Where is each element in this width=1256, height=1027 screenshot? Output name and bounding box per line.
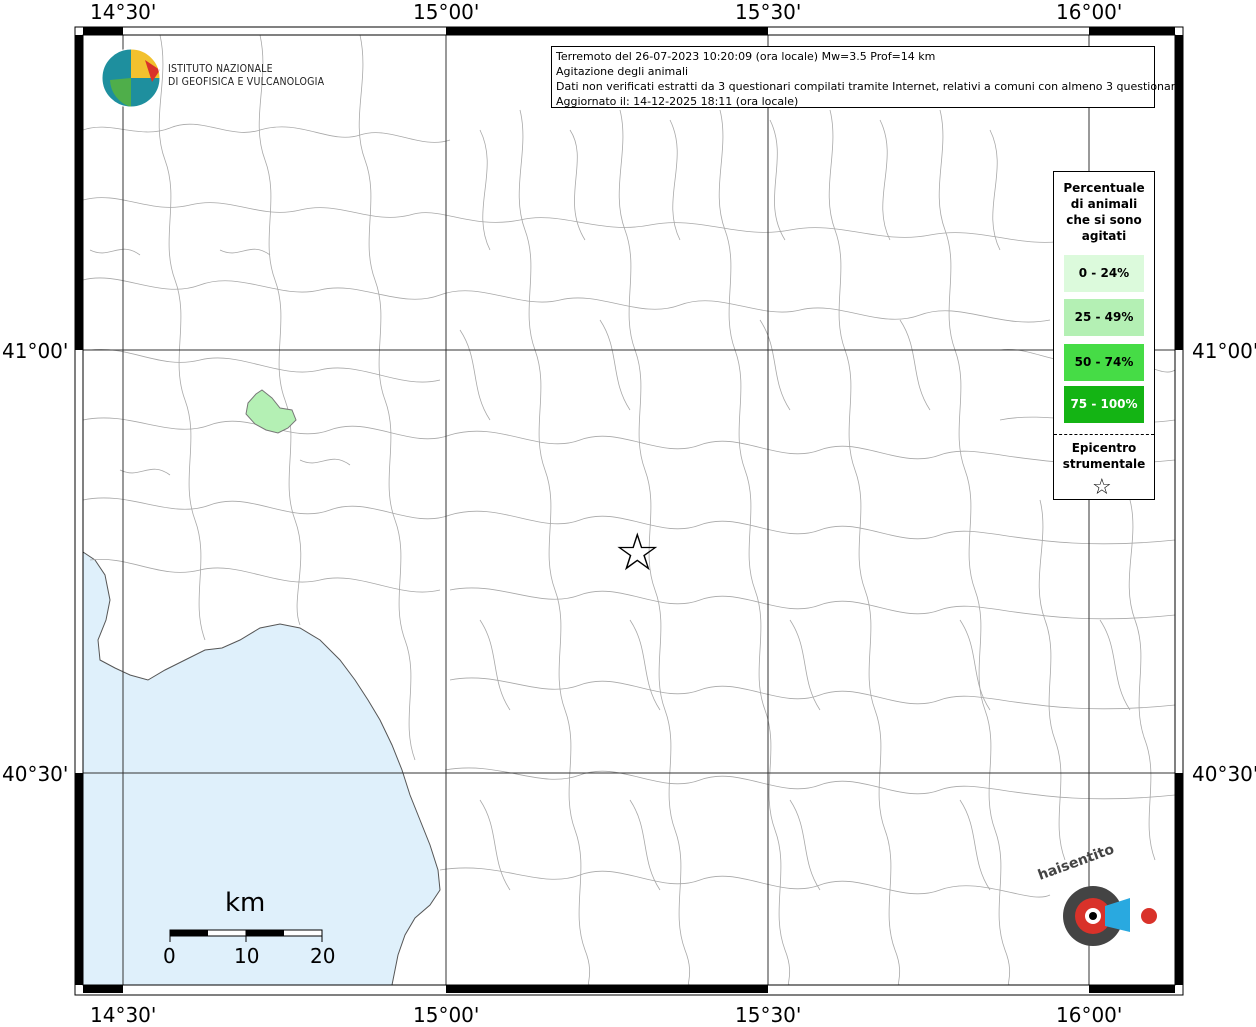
lon-label-top-4: 16°00' [1056,0,1123,24]
lon-label-top-1: 14°30' [90,0,157,24]
legend-epicenter-label: Epicentro strumentale [1054,440,1154,472]
legend-epicenter-line1: Epicentro [1071,441,1137,455]
legend-separator [1054,434,1154,435]
event-info-line3: Dati non verificati estratti da 3 questi… [556,80,1182,93]
scale-tick-20: 20 [310,944,336,968]
legend-class-3: 50 - 74% [1064,344,1144,381]
lon-label-bottom-4: 16°00' [1056,1003,1123,1027]
scale-tick-10: 10 [234,944,260,968]
lat-label-right-1: 41°00' [1192,339,1256,363]
lon-label-bottom-1: 14°30' [90,1003,157,1027]
scale-unit: km [225,888,266,918]
legend-class-4: 75 - 100% [1064,386,1144,423]
haisentito-logo: haisentito [1036,841,1157,946]
lat-label-left-1: 41°00' [2,339,69,363]
map-canvas: haisentito [74,26,1184,996]
ingv-logo-line2: DI GEOFISICA E VULCANOLOGIA [168,76,325,88]
ingv-logo-text: ISTITUTO NAZIONALE DI GEOFISICA E VULCAN… [168,63,324,89]
event-info-line1: Terremoto del 26-07-2023 10:20:09 (ora l… [556,50,936,63]
lon-label-top-3: 15°30' [735,0,802,24]
lat-label-right-2: 40°30' [1192,762,1256,786]
legend-class-2: 25 - 49% [1064,299,1144,336]
ingv-logo-line1: ISTITUTO NAZIONALE [168,63,273,75]
scale-tick-0: 0 [163,944,176,968]
legend-class-1: 0 - 24% [1064,255,1144,292]
event-info-line4: Aggiornato il: 14-12-2025 18:11 (ora loc… [556,95,799,108]
svg-text:haisentito: haisentito [1036,841,1117,883]
ingv-logo [101,48,161,108]
lat-label-left-2: 40°30' [2,762,69,786]
legend-title-line2: di animali [1070,197,1138,211]
epicenter-star-icon: ☆ [614,524,661,582]
lon-label-top-2: 15°00' [413,0,480,24]
legend-epicenter-line2: strumentale [1062,457,1146,471]
legend-title-line4: agitati [1081,229,1127,243]
sea-area [82,551,441,986]
legend-title-line1: Percentuale [1063,181,1145,195]
legend: Percentuale di animali che si sono agita… [1053,171,1155,500]
legend-title-line3: che si sono [1066,213,1142,227]
felt-municipality [245,389,297,434]
lon-label-bottom-3: 15°30' [735,1003,802,1027]
event-info-box: Terremoto del 26-07-2023 10:20:09 (ora l… [551,46,1182,108]
lon-label-bottom-2: 15°00' [413,1003,480,1027]
legend-title: Percentuale di animali che si sono agita… [1054,180,1154,244]
event-info-line2: Agitazione degli animali [556,65,689,78]
legend-star-icon: ☆ [1092,475,1112,500]
